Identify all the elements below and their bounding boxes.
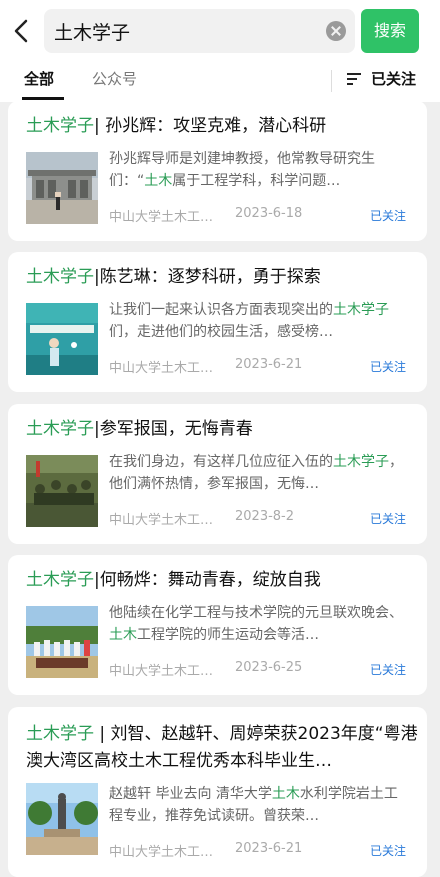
result-date: 2023-6-21 (235, 357, 303, 372)
active-tab-underline (22, 97, 64, 100)
search-input[interactable] (54, 17, 314, 45)
followed-badge: 已关注 (370, 663, 407, 677)
title-highlight: 土木学子 (26, 724, 94, 744)
title-text: | 孙兆辉：攻坚克难，潜心科研 (94, 116, 327, 136)
result-snippet: 在我们身边，有这样几位应征入伍的土木学子，他们满怀热情，参军报国，无悔… (109, 451, 409, 495)
result-date: 2023-6-21 (235, 841, 303, 856)
tab-all[interactable]: 全部 (24, 68, 54, 89)
followed-badge: 已关注 (370, 844, 407, 858)
tab-bar: 全部 公众号 已关注 (0, 62, 440, 102)
snippet-highlight: 土木 (271, 786, 300, 802)
result-card[interactable]: 土木学子| 孙兆辉：攻坚克难，潜心科研 孙兆辉导师是刘建坤教授，他常教导研究生们… (8, 101, 427, 241)
search-box (44, 9, 355, 53)
result-card[interactable]: 土木学子|何畅烨：舞动青春，绽放自我 他陆续在化学工程与技术学院的元旦联欢晚会、… (8, 555, 427, 695)
result-snippet: 赵越轩 毕业去向 清华大学土木水利学院岩土工程专业，推荐免试读研。曾获荣… (109, 783, 409, 827)
snippet-text: 赵越轩 毕业去向 清华大学 (109, 786, 272, 802)
result-title: 土木学子| 孙兆辉：攻坚克难，潜心科研 (26, 113, 418, 140)
tab-official-accounts[interactable]: 公众号 (92, 68, 137, 89)
search-button[interactable]: 搜索 (361, 9, 419, 53)
result-snippet: 让我们一起来认识各方面表现突出的土木学子们，走进他们的校园生活，感受榜… (109, 299, 409, 343)
snippet-text: 们，走进他们的校园生活，感受榜… (109, 324, 333, 340)
title-highlight: 土木学子 (26, 570, 94, 590)
snippet-highlight: 土木 (109, 627, 137, 643)
snippet-highlight: 土木学子 (333, 302, 389, 318)
result-source: 中山大学土木工… (109, 361, 214, 376)
title-highlight: 土木学子 (26, 116, 94, 136)
result-date: 2023-6-18 (235, 206, 303, 221)
result-title: 土木学子|何畅烨：舞动青春，绽放自我 (26, 567, 418, 594)
result-thumbnail (26, 152, 98, 224)
snippet-text: 在我们身边，有这样几位应征入伍的 (109, 454, 333, 470)
result-card[interactable]: 土木学子|陈艺琳：逐梦科研，勇于探索 让我们一起来认识各方面表现突出的土木学子们… (8, 252, 427, 392)
snippet-text: 工程学院的师生运动会等活… (137, 627, 319, 643)
result-source: 中山大学土木工… (109, 845, 214, 860)
snippet-text: 让我们一起来认识各方面表现突出的 (109, 302, 333, 318)
tab-divider (331, 70, 332, 92)
followed-badge: 已关注 (370, 360, 407, 374)
followed-filter-label: 已关注 (371, 70, 417, 88)
followed-badge: 已关注 (370, 209, 407, 223)
result-date: 2023-6-25 (235, 660, 303, 675)
clear-icon[interactable] (326, 21, 346, 41)
result-snippet: 他陆续在化学工程与技术学院的元旦联欢晚会、土木工程学院的师生运动会等活… (109, 602, 409, 646)
result-thumbnail (26, 303, 98, 375)
result-snippet: 孙兆辉导师是刘建坤教授，他常教导研究生们：“土木属于工程学科，科学问题… (109, 148, 409, 192)
top-bar: 搜索 (0, 0, 440, 62)
title-highlight: 土木学子 (26, 267, 94, 287)
result-thumbnail (26, 606, 98, 678)
snippet-highlight: 土木学子 (333, 454, 389, 470)
followed-badge: 已关注 (370, 512, 407, 526)
result-date: 2023-8-2 (235, 509, 295, 524)
result-title: 土木学子|陈艺琳：逐梦科研，勇于探索 (26, 264, 418, 291)
snippet-highlight: 土木 (144, 173, 173, 189)
result-thumbnail (26, 455, 98, 527)
snippet-text: 属于工程学科，科学问题… (172, 173, 341, 189)
followed-filter[interactable]: 已关注 (347, 68, 416, 89)
title-text: |何畅烨：舞动青春，绽放自我 (94, 570, 321, 590)
result-source: 中山大学土木工… (109, 210, 214, 225)
snippet-text: 他陆续在化学工程与技术学院的元旦联欢晚会、 (109, 605, 403, 621)
result-card[interactable]: 土木学子 | 刘智、赵越轩、周婷荣获2023年度“粤港澳大湾区高校土木工程优秀本… (8, 707, 427, 877)
title-text: |陈艺琳：逐梦科研，勇于探索 (94, 267, 321, 287)
result-title: 土木学子 | 刘智、赵越轩、周婷荣获2023年度“粤港澳大湾区高校土木工程优秀本… (26, 721, 418, 775)
result-title: 土木学子|参军报国，无悔青春 (26, 416, 418, 443)
title-text: |参军报国，无悔青春 (94, 419, 253, 439)
title-highlight: 土木学子 (26, 419, 94, 439)
result-thumbnail (26, 783, 98, 855)
result-source: 中山大学土木工… (109, 664, 214, 679)
result-card[interactable]: 土木学子|参军报国，无悔青春 在我们身边，有这样几位应征入伍的土木学子，他们满怀… (8, 404, 427, 544)
result-source: 中山大学土木工… (109, 513, 214, 528)
back-arrow-icon[interactable] (8, 16, 36, 46)
